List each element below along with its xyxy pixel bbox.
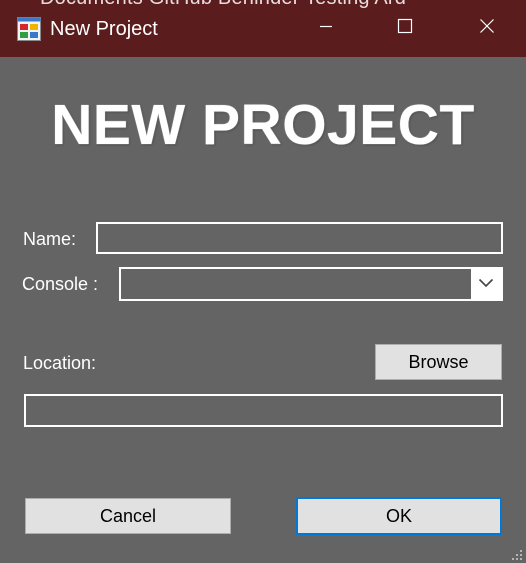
title-bar[interactable]: Documents GitHub Behinder Testing Ard Ne… (0, 0, 526, 57)
console-label: Console : (22, 274, 99, 294)
console-dropdown[interactable] (119, 267, 503, 301)
chevron-down-icon (478, 275, 494, 293)
location-label: Location: (23, 353, 97, 373)
close-icon (479, 18, 495, 39)
new-project-window: Documents GitHub Behinder Testing Ard Ne… (0, 0, 526, 563)
minimize-icon (318, 18, 334, 39)
window-title: New Project (50, 18, 158, 40)
cancel-button[interactable]: Cancel (25, 498, 231, 534)
maximize-button[interactable] (368, 0, 442, 57)
location-input[interactable] (24, 394, 503, 427)
browse-button[interactable]: Browse (375, 344, 502, 380)
page-heading: NEW PROJECT (51, 93, 475, 157)
minimize-button[interactable] (289, 0, 363, 57)
close-button[interactable] (450, 0, 524, 57)
name-input[interactable] (96, 222, 503, 254)
app-icon (17, 17, 41, 41)
resize-grip-icon[interactable] (511, 548, 523, 560)
dropdown-arrow-button[interactable] (471, 269, 501, 299)
name-label: Name: (23, 229, 77, 249)
ok-button[interactable]: OK (296, 497, 502, 535)
maximize-icon (397, 18, 413, 39)
